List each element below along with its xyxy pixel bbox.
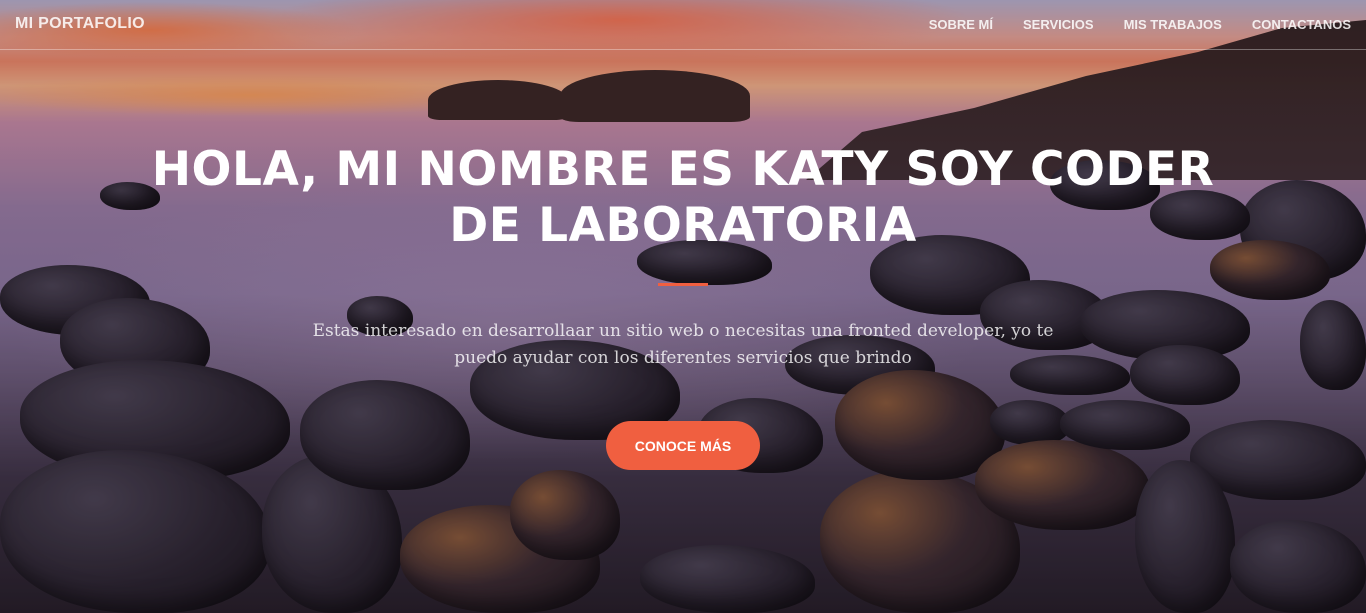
nav-links: SOBRE MÍ SERVICIOS MIS TRABAJOS CONTACTA… [914,17,1366,32]
nav-link-contactanos[interactable]: CONTACTANOS [1237,17,1366,32]
accent-divider [658,283,708,286]
hero-headline: HOLA, MI NOMBRE ES KATY SOY CODER DE LAB… [0,142,1366,254]
nav-link-servicios[interactable]: SERVICIOS [1008,17,1109,32]
hero-lead-line-1: Estas interesado en desarrollaar un siti… [312,321,1054,341]
nav-link-mis-trabajos[interactable]: MIS TRABAJOS [1109,17,1237,32]
navbar: MI PORTAFOLIO SOBRE MÍ SERVICIOS MIS TRA… [0,0,1366,50]
conoce-mas-button[interactable]: CONOCE MÁS [606,421,760,470]
hero-lead-line-2: puedo ayudar con los diferentes servicio… [454,348,912,368]
hero-headline-line-1: HOLA, MI NOMBRE ES KATY SOY CODER [151,142,1215,197]
hero-lead-text: Estas interesado en desarrollaar un siti… [283,318,1083,372]
hero-headline-line-2: DE LABORATORIA [449,198,917,253]
hero-overlay [0,0,1366,613]
brand-logo-link[interactable]: MI PORTAFOLIO [15,15,145,33]
nav-link-sobre-mi[interactable]: SOBRE MÍ [914,17,1008,32]
